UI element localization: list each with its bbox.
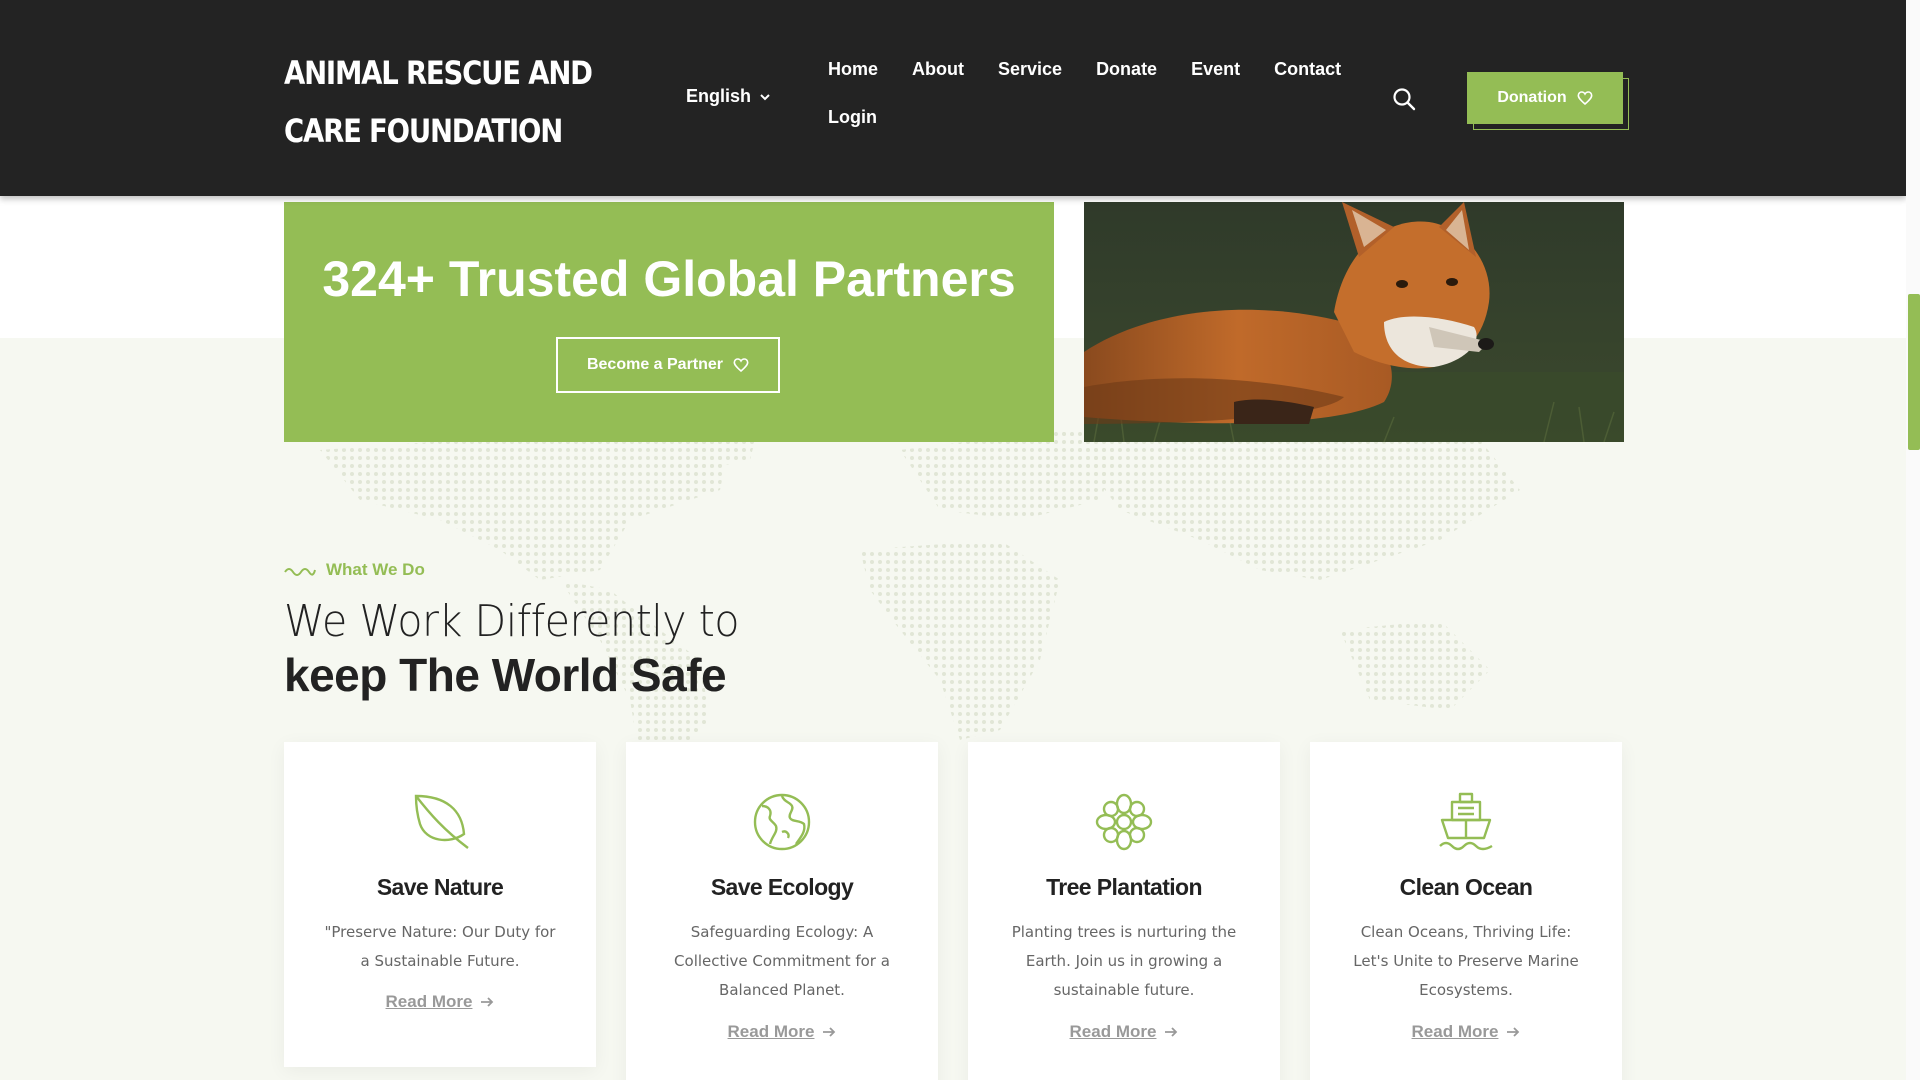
section-heading-light: We Work Differently to — [284, 596, 740, 647]
read-more-link[interactable]: Read More — [284, 992, 596, 1012]
card-text: Clean Oceans, Thriving Life: Let's Unite… — [1353, 923, 1579, 999]
nav-home[interactable]: Home — [828, 58, 878, 80]
section-eyebrow: What We Do — [284, 560, 425, 580]
partner-title: 324+ Trusted Global Partners — [322, 251, 1016, 307]
read-more-label: Read More — [1069, 1022, 1157, 1041]
arrow-right-icon — [1507, 1027, 1520, 1037]
heart-icon — [1577, 91, 1593, 106]
partner-banner: 324+ Trusted Global Partners Become a Pa… — [284, 202, 1054, 442]
main-nav: Home About Service Donate Event Contact … — [828, 58, 1348, 128]
wave-icon — [284, 568, 316, 576]
card-title: Save Ecology — [710, 874, 854, 900]
language-selector[interactable]: English — [686, 86, 771, 107]
chevron-down-icon — [760, 93, 770, 100]
card-text: "Preserve Nature: Our Duty for a Sustain… — [324, 923, 556, 970]
site-logo[interactable]: ANIMAL RESCUE AND CARE FOUNDATION — [284, 44, 611, 160]
section-eyebrow-label: What We Do — [326, 560, 425, 579]
nav-login[interactable]: Login — [828, 106, 877, 128]
nav-event[interactable]: Event — [1191, 58, 1240, 80]
card-title: Clean Ocean — [1399, 874, 1533, 900]
scrollbar-thumb[interactable] — [1908, 294, 1920, 450]
heart-icon — [733, 358, 749, 373]
ship-icon — [1439, 792, 1493, 851]
service-card-save-nature: Save Nature "Preserve Nature: Our Duty f… — [284, 742, 596, 1067]
leaf-icon — [414, 794, 469, 849]
scrollbar-track[interactable] — [1906, 0, 1920, 1080]
nav-donate[interactable]: Donate — [1096, 58, 1157, 80]
card-title: Tree Plantation — [1046, 874, 1202, 900]
section-heading-bold: keep The World Safe — [284, 649, 727, 701]
donation-button-wrap: Donation — [1467, 72, 1629, 130]
card-title: Save Nature — [376, 874, 504, 900]
read-more-link[interactable]: Read More — [968, 1022, 1280, 1042]
read-more-link[interactable]: Read More — [626, 1022, 938, 1042]
globe-icon — [753, 793, 811, 851]
service-card-tree-plantation: Tree Plantation Planting trees is nurtur… — [968, 742, 1280, 1080]
card-text: Planting trees is nurturing the Earth. J… — [1011, 923, 1237, 999]
arrow-right-icon — [481, 997, 494, 1007]
nav-service[interactable]: Service — [998, 58, 1062, 80]
search-icon[interactable] — [1392, 87, 1416, 111]
site-header: ANIMAL RESCUE AND CARE FOUNDATION Englis… — [0, 0, 1906, 196]
service-card-save-ecology: Save Ecology Safeguarding Ecology: A Col… — [626, 742, 938, 1080]
arrow-right-icon — [1165, 1027, 1178, 1037]
become-partner-label: Become a Partner — [586, 356, 724, 373]
read-more-label: Read More — [385, 992, 473, 1011]
donation-button-label: Donation — [1497, 89, 1567, 106]
flower-icon — [1095, 793, 1153, 851]
language-label: English — [686, 86, 752, 106]
read-more-label: Read More — [727, 1022, 815, 1041]
fox-image — [1084, 202, 1624, 442]
service-card-clean-ocean: Clean Ocean Clean Oceans, Thriving Life:… — [1310, 742, 1622, 1080]
become-partner-button[interactable]: Become a Partner — [556, 337, 780, 393]
nav-contact[interactable]: Contact — [1274, 58, 1341, 80]
donation-button[interactable]: Donation — [1467, 72, 1623, 124]
world-map-background — [320, 430, 1520, 760]
read-more-label: Read More — [1411, 1022, 1499, 1041]
arrow-right-icon — [823, 1027, 836, 1037]
card-text: Safeguarding Ecology: A Collective Commi… — [674, 923, 890, 999]
read-more-link[interactable]: Read More — [1310, 1022, 1622, 1042]
nav-about[interactable]: About — [912, 58, 964, 80]
